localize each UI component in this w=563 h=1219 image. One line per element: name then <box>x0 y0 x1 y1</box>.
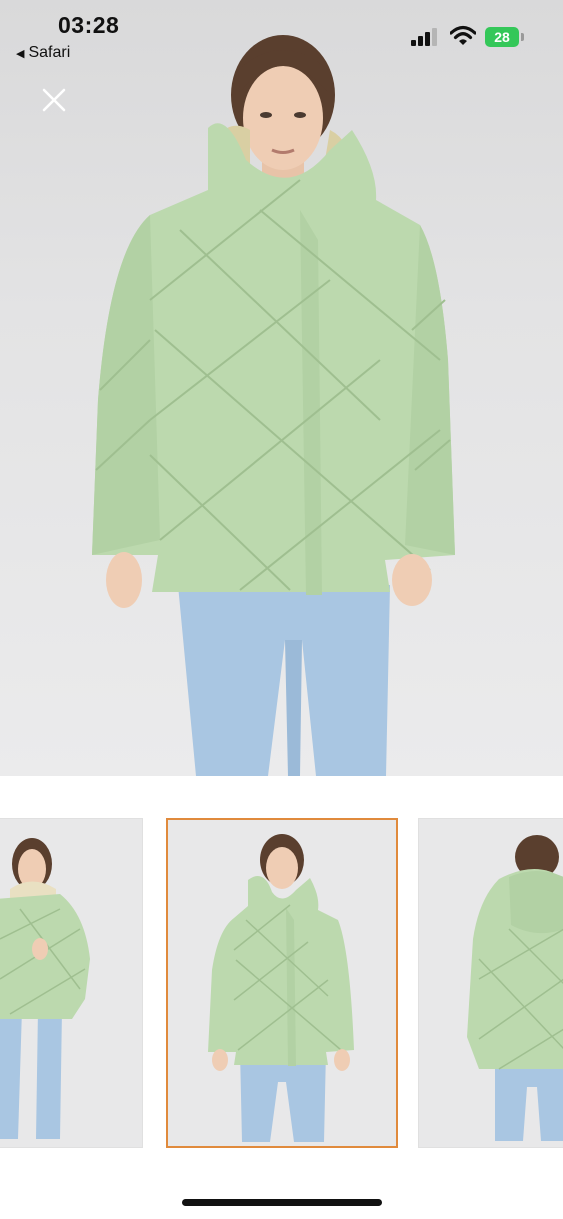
thumbnail-3[interactable] <box>418 818 563 1148</box>
close-icon <box>42 88 66 112</box>
thumbnail-image-back <box>419 819 563 1147</box>
home-indicator[interactable] <box>182 1199 382 1206</box>
status-time: 03:28 <box>58 12 120 38</box>
battery-level: 28 <box>494 29 510 45</box>
thumbnail-image-front <box>168 820 396 1146</box>
thumbnail-2-selected[interactable] <box>166 818 398 1148</box>
thumbnail-1[interactable] <box>0 818 143 1148</box>
thumbnail-strip <box>0 818 563 1150</box>
cellular-signal-icon <box>411 28 437 46</box>
back-to-app-link[interactable]: ◀ Safari <box>16 44 70 62</box>
model-illustration <box>92 35 455 776</box>
main-product-image[interactable] <box>0 0 563 776</box>
back-app-label: Safari <box>28 44 71 61</box>
thumbnail-image-angle <box>0 819 142 1147</box>
wifi-icon <box>450 25 476 45</box>
battery-charging-icon: 28 <box>485 27 519 47</box>
close-button[interactable] <box>36 82 72 118</box>
back-arrow-icon: ◀ <box>16 47 25 60</box>
battery-cap <box>521 33 524 41</box>
status-bar: 03:28 ◀ Safari 28 <box>0 0 563 70</box>
